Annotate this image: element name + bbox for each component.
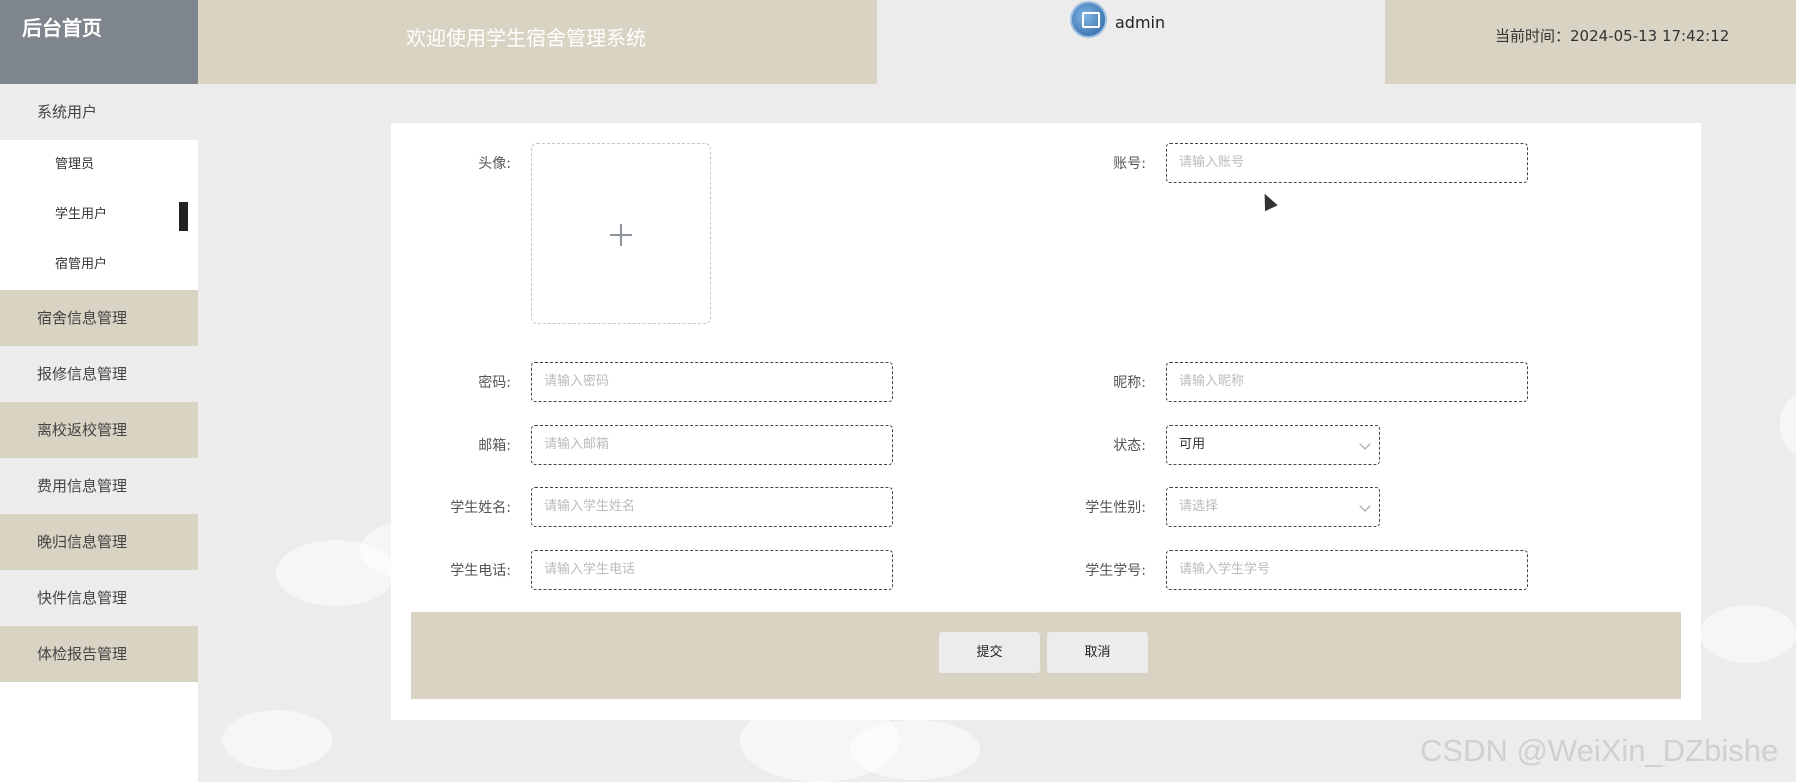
- button-bar: 提交 取消: [411, 612, 1681, 699]
- system-title: 欢迎使用学生宿舍管理系统: [198, 0, 877, 84]
- user-avatar-icon[interactable]: [1070, 1, 1107, 38]
- password-label: 密码:: [478, 375, 511, 391]
- account-input[interactable]: 请输入账号: [1166, 143, 1528, 183]
- status-label: 状态:: [1113, 438, 1146, 454]
- email-input[interactable]: 请输入邮箱: [531, 425, 893, 465]
- password-input[interactable]: 请输入密码: [531, 362, 893, 402]
- sidebar-item-label: 学生用户: [55, 207, 108, 222]
- sidebar-item-health-report[interactable]: 体检报告管理: [0, 626, 198, 682]
- account-label: 账号:: [1113, 156, 1146, 172]
- student-no-label: 学生学号:: [1085, 563, 1146, 579]
- email-label: 邮箱:: [478, 438, 511, 454]
- status-select[interactable]: 可用: [1166, 425, 1380, 465]
- top-header: 后台首页 欢迎使用学生宿舍管理系统 admin 当前时间：2024-05-13 …: [0, 0, 1796, 84]
- home-link[interactable]: 后台首页: [0, 0, 198, 84]
- sidebar-item-repair-info[interactable]: 报修信息管理: [0, 346, 198, 402]
- student-no-input[interactable]: 请输入学生学号: [1166, 550, 1528, 590]
- sidebar-item-late-return[interactable]: 晚归信息管理: [0, 514, 198, 570]
- sidebar-item-leave-return[interactable]: 离校返校管理: [0, 402, 198, 458]
- student-name-label: 学生姓名:: [450, 500, 511, 516]
- sidebar-item-fee-info[interactable]: 费用信息管理: [0, 458, 198, 514]
- sidebar: 系统用户 管理员 学生用户 宿管用户 宿舍信息管理 报修信息管理 离校返校管理 …: [0, 84, 198, 782]
- avatar-label: 头像:: [478, 156, 511, 172]
- submit-button[interactable]: 提交: [939, 632, 1040, 673]
- background-bubble: [222, 710, 332, 770]
- student-form-card: 头像: 账号: 请输入账号 密码: 请输入密码 昵称: 请输入昵称 邮箱: 请输…: [391, 123, 1701, 720]
- watermark: CSDN @WeiXin_DZbishe: [1420, 733, 1779, 768]
- background-bubble: [1780, 395, 1796, 455]
- avatar-upload[interactable]: [531, 143, 711, 324]
- time-value: 2024-05-13 17:42:12: [1570, 27, 1730, 45]
- nickname-label: 昵称:: [1113, 375, 1146, 391]
- chevron-down-icon: [1359, 438, 1371, 450]
- sidebar-item-student-users[interactable]: 学生用户: [0, 190, 198, 240]
- sidebar-group-system-users[interactable]: 系统用户: [0, 84, 198, 140]
- gender-placeholder: 请选择: [1179, 499, 1219, 514]
- plus-icon: [620, 224, 622, 246]
- current-time: 当前时间：2024-05-13 17:42:12: [1385, 0, 1796, 84]
- active-indicator: [179, 202, 188, 231]
- cancel-button[interactable]: 取消: [1047, 632, 1148, 673]
- sidebar-item-dorm-info[interactable]: 宿舍信息管理: [0, 290, 198, 346]
- background-bubble: [1700, 605, 1796, 663]
- status-value: 可用: [1179, 437, 1206, 452]
- user-area[interactable]: admin: [877, 0, 1385, 84]
- gender-label: 学生性别:: [1085, 500, 1146, 516]
- phone-label: 学生电话:: [450, 563, 511, 579]
- sidebar-item-parcel-info[interactable]: 快件信息管理: [0, 570, 198, 626]
- chevron-down-icon: [1359, 500, 1371, 512]
- sidebar-item-admin[interactable]: 管理员: [0, 140, 198, 190]
- time-label: 当前时间：: [1495, 27, 1571, 45]
- gender-select[interactable]: 请选择: [1166, 487, 1380, 527]
- username[interactable]: admin: [1115, 13, 1165, 32]
- sidebar-item-dorm-admin-users[interactable]: 宿管用户: [0, 240, 198, 290]
- nickname-input[interactable]: 请输入昵称: [1166, 362, 1528, 402]
- background-bubble: [850, 720, 980, 780]
- student-name-input[interactable]: 请输入学生姓名: [531, 487, 893, 527]
- phone-input[interactable]: 请输入学生电话: [531, 550, 893, 590]
